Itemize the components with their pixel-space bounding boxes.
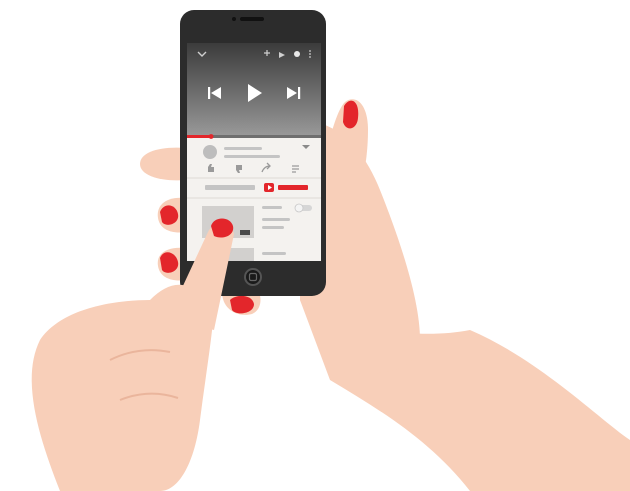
left-index-nail bbox=[211, 218, 234, 238]
video-title-placeholder bbox=[224, 147, 262, 150]
phone-screen bbox=[187, 43, 321, 261]
more-icon[interactable] bbox=[309, 50, 311, 58]
video-meta-placeholder bbox=[224, 155, 280, 158]
cast-icon[interactable] bbox=[294, 51, 300, 57]
phone-speaker bbox=[240, 17, 264, 21]
autoplay-toggle-knob[interactable] bbox=[294, 203, 304, 213]
up-next-label-placeholder bbox=[262, 206, 282, 209]
phone-camera bbox=[232, 17, 236, 21]
list-item-title-placeholder bbox=[262, 218, 290, 221]
right-thumb-nail bbox=[343, 100, 359, 129]
left-hand bbox=[31, 218, 234, 491]
right-finger-top bbox=[140, 147, 186, 181]
list-item-meta-placeholder bbox=[262, 226, 284, 229]
subscribe-button[interactable] bbox=[278, 185, 308, 190]
channel-name-placeholder bbox=[205, 185, 255, 190]
channel-avatar[interactable] bbox=[203, 145, 217, 159]
list-item-title-placeholder bbox=[262, 252, 286, 255]
phone-in-hands-illustration bbox=[31, 10, 630, 491]
progress-fill bbox=[187, 135, 212, 138]
progress-scrubber[interactable] bbox=[208, 134, 214, 139]
video-player[interactable] bbox=[187, 43, 321, 139]
thumbnail-duration-badge bbox=[240, 230, 250, 235]
home-button[interactable] bbox=[244, 268, 262, 286]
